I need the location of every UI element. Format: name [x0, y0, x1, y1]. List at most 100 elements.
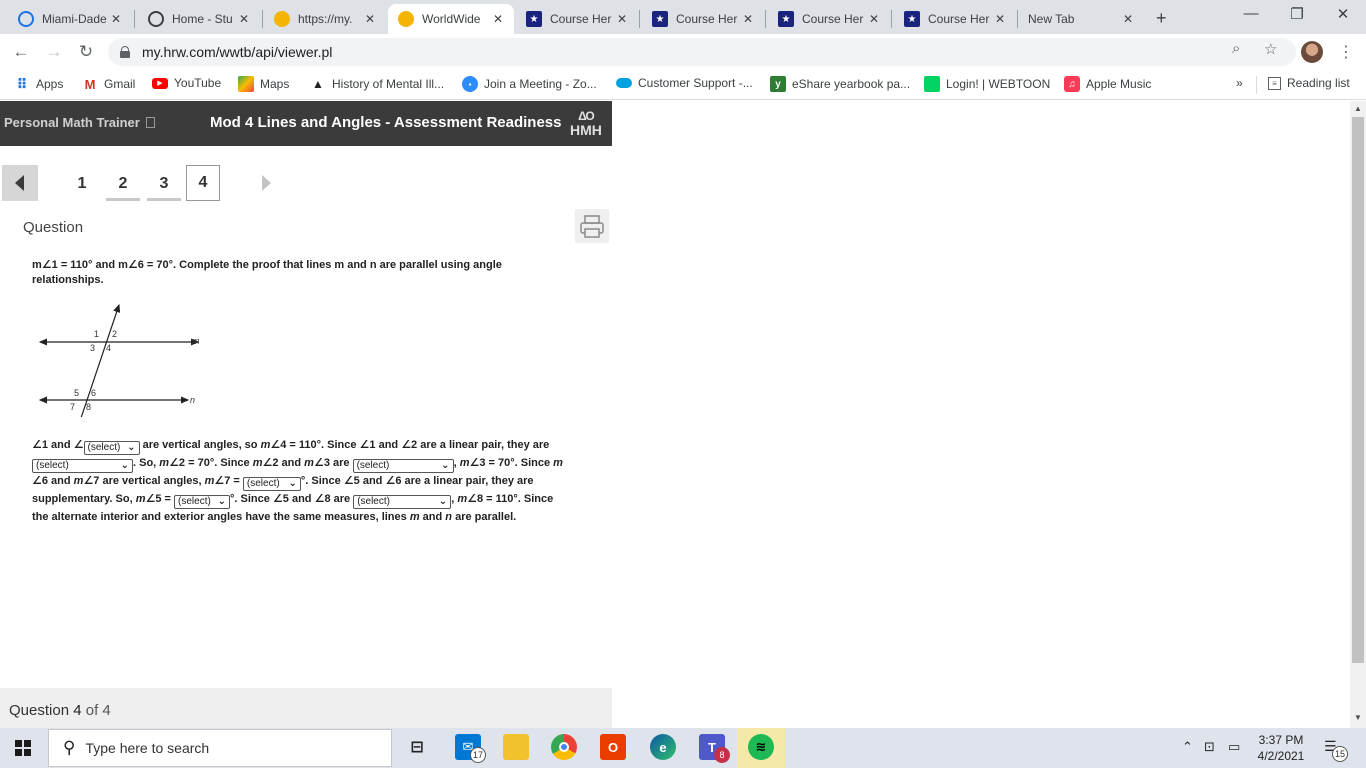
system-clock[interactable]: 3:37 PM 4/2/2021 — [1252, 732, 1310, 764]
proof-text: the alternate interior and exterior angl… — [32, 511, 410, 523]
previous-question-button[interactable] — [2, 165, 38, 201]
bookmark-apple-music[interactable]: ♫ Apple Music — [1064, 76, 1151, 92]
apps-grid-icon: ⠿ — [16, 75, 28, 92]
bookmark-history-mental[interactable]: ▲ History of Mental Ill... — [310, 76, 444, 92]
tab-course-hero-3[interactable]: ★ Course Her ✕ — [768, 4, 890, 34]
bookmark-label: Join a Meeting - Zo... — [484, 77, 597, 91]
file-explorer-icon[interactable] — [503, 734, 529, 760]
next-question-button[interactable] — [262, 175, 271, 191]
proof-text: ∠1 and ∠ — [32, 439, 84, 451]
question-number-4[interactable]: 4 — [186, 165, 220, 201]
angle-label-2: 2 — [112, 329, 117, 339]
zoom-icon[interactable]: ⌕ — [1232, 40, 1240, 57]
select-value: (select) — [356, 460, 390, 471]
tab-new-tab[interactable]: New Tab ✕ — [1020, 4, 1144, 34]
reload-icon[interactable]: ↻ — [75, 42, 97, 62]
close-icon[interactable]: ✕ — [614, 12, 630, 26]
tab-title: Miami-Dade — [42, 12, 107, 26]
bookmark-label: History of Mental Ill... — [332, 77, 445, 91]
bookmark-apps[interactable]: ⠿ Apps — [14, 75, 64, 92]
question-number-3[interactable]: 3 — [147, 171, 181, 201]
window-close-button[interactable]: ✕ — [1328, 5, 1358, 23]
teams-icon[interactable]: T8 — [699, 734, 730, 763]
close-icon[interactable]: ✕ — [490, 12, 506, 26]
bookmark-webtoon[interactable]: Login! | WEBTOON — [924, 76, 1050, 92]
close-icon[interactable]: ✕ — [992, 12, 1008, 26]
bookmarks-bar: ⠿ Apps M Gmail ▶ YouTube Maps ▲ History … — [0, 70, 1366, 100]
tab-https-my[interactable]: https://my. ✕ — [264, 4, 386, 34]
forward-arrow-icon[interactable]: → — [43, 42, 65, 62]
search-placeholder: Type here to search — [85, 740, 210, 756]
question-number-1[interactable]: 1 — [65, 171, 99, 201]
back-arrow-icon[interactable]: ← — [10, 42, 32, 62]
hmh-logo: ΔΟ HMH — [570, 109, 602, 137]
new-tab-button[interactable]: + — [1156, 8, 1167, 29]
select-angle-5-8-relation[interactable]: (select) ⌄ — [353, 495, 452, 509]
mail-icon[interactable]: ✉ 17 — [455, 734, 486, 763]
close-icon[interactable]: ✕ — [1120, 12, 1136, 26]
brand-text: Personal Math Trainer — [4, 115, 140, 130]
close-icon[interactable]: ✕ — [236, 12, 252, 26]
clock-globe-icon — [18, 11, 34, 27]
chevron-up-icon[interactable]: ⌃ — [1182, 739, 1193, 755]
select-angle-5-measure[interactable]: (select) ⌄ — [174, 495, 231, 509]
edge-icon[interactable]: e — [650, 734, 676, 760]
tab-course-hero-2[interactable]: ★ Course Her ✕ — [642, 4, 764, 34]
tab-title: Home - Stu — [172, 12, 233, 26]
tab-course-hero-4[interactable]: ★ Course Her ✕ — [894, 4, 1016, 34]
print-button[interactable] — [575, 209, 609, 243]
page-scrollbar[interactable]: ▲ ▼ — [1350, 101, 1366, 728]
proof-text: ∠3 = 70°. Since — [469, 457, 554, 469]
tab-miami-dade[interactable]: Miami-Dade ✕ — [8, 4, 132, 34]
select-angle-7-measure[interactable]: (select) ⌄ — [242, 477, 301, 491]
bookmark-gmail[interactable]: M Gmail — [82, 76, 136, 92]
office-icon[interactable]: O — [600, 734, 626, 760]
close-icon[interactable]: ✕ — [362, 12, 378, 26]
logo-text: HMH — [570, 122, 602, 138]
question-counter: Question 4 of 4 — [9, 702, 111, 719]
bookmark-star-icon[interactable]: ☆ — [1264, 40, 1277, 58]
brand-label[interactable]: Personal Math Trainer — [4, 115, 156, 130]
address-bar[interactable]: my.hrw.com/wwtb/api/viewer.pl — [108, 38, 1296, 66]
avatar[interactable] — [1301, 41, 1323, 63]
tab-worldwide-active[interactable]: WorldWide ✕ — [388, 4, 514, 34]
close-icon[interactable]: ✕ — [866, 12, 882, 26]
scroll-up-arrow-icon[interactable]: ▲ — [1350, 104, 1366, 113]
spotify-icon[interactable]: ≋ — [748, 734, 774, 760]
scrollbar-thumb[interactable] — [1352, 117, 1364, 663]
app-header: Personal Math Trainer Mod 4 Lines and An… — [0, 101, 612, 146]
tab-course-hero-1[interactable]: ★ Course Her ✕ — [516, 4, 638, 34]
taskbar-search-input[interactable]: ⚲ Type here to search — [48, 729, 392, 767]
webtoon-icon — [924, 76, 940, 92]
minimize-button[interactable]: — — [1236, 5, 1266, 22]
close-icon[interactable]: ✕ — [740, 12, 756, 26]
browser-toolbar: ← → ↻ my.hrw.com/wwtb/api/viewer.pl ⌕ ☆ — [0, 34, 1366, 70]
menu-kebab-icon[interactable]: ⋮ — [1338, 42, 1354, 62]
reading-list-button[interactable]: ≡ Reading list — [1268, 76, 1350, 90]
chevron-down-icon: ⌄ — [217, 496, 227, 507]
select-angle-dropdown[interactable]: (select) ⌄ — [83, 441, 140, 455]
more-bookmarks-button[interactable]: » — [1236, 76, 1243, 90]
tab-title: Course Her — [928, 12, 990, 26]
proof-line-2: (select) ⌄. So, m∠2 = 70°. Since m∠2 and … — [32, 455, 572, 473]
maximize-button[interactable]: ❐ — [1282, 5, 1312, 23]
bookmark-zoom[interactable]: ▪ Join a Meeting - Zo... — [462, 76, 597, 92]
bookmark-eshare[interactable]: y eShare yearbook pa... — [770, 76, 910, 92]
proof-text: n — [445, 511, 453, 523]
scroll-down-arrow-icon[interactable]: ▼ — [1350, 713, 1366, 722]
network-icon[interactable]: ⊡ — [1204, 739, 1215, 755]
question-number-2[interactable]: 2 — [106, 171, 140, 201]
select-angle-2-3-relation[interactable]: (select) ⌄ — [352, 459, 454, 473]
select-linear-pair-relation[interactable]: (select) ⌄ — [32, 459, 133, 473]
tab-home-stu[interactable]: Home - Stu ✕ — [138, 4, 260, 34]
chrome-icon[interactable] — [551, 734, 577, 760]
bookmark-customer-support[interactable]: Customer Support -... — [616, 76, 753, 90]
close-icon[interactable]: ✕ — [108, 12, 124, 26]
bookmark-maps[interactable]: Maps — [238, 76, 289, 92]
task-view-icon[interactable]: ⊟ — [404, 734, 430, 760]
chevron-down-icon: ⌄ — [441, 460, 450, 471]
notification-center-icon[interactable]: ☰ 15 — [1322, 738, 1348, 762]
windows-start-icon[interactable] — [15, 740, 31, 756]
bookmark-youtube[interactable]: ▶ YouTube — [152, 76, 221, 90]
battery-icon[interactable]: ▭ — [1228, 739, 1240, 755]
